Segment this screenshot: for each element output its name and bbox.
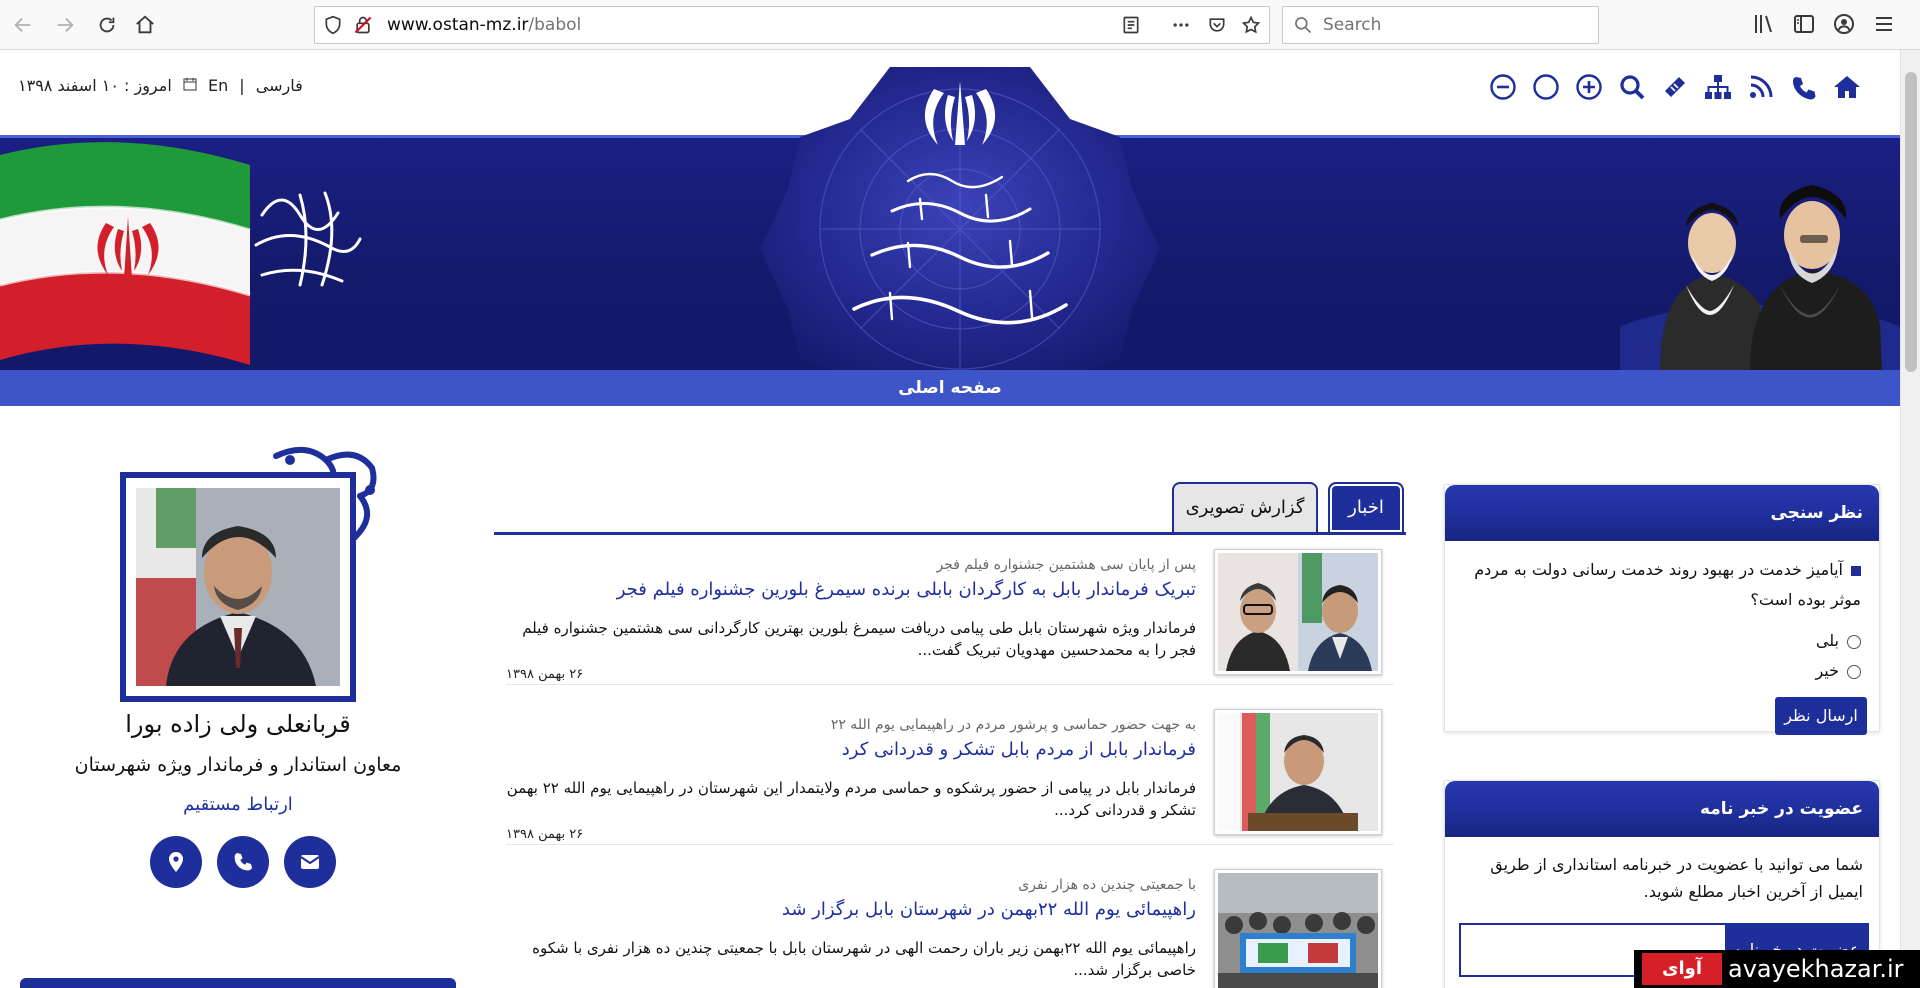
call-button[interactable] [217, 836, 269, 888]
watermark-brand-fa: آوای خزر [1642, 953, 1722, 985]
pocket-icon[interactable] [1207, 15, 1227, 35]
page-scrollbar[interactable] [1900, 50, 1920, 988]
home-icon [136, 15, 154, 34]
ticket-icon[interactable] [1660, 72, 1690, 102]
main-content: قربانعلی ولی زاده بورا معاون استاندار و … [0, 406, 1900, 988]
search-icon [1295, 17, 1312, 34]
governor-name: قربانعلی ولی زاده بورا [125, 710, 351, 738]
watermark-logo: آوای خزر avayekhazar.ir [1634, 950, 1920, 988]
news-item[interactable]: به جهت حضور حماسی و پرشور مردم در راهپیم… [506, 695, 1394, 845]
sitemap-icon[interactable] [1703, 72, 1733, 102]
library-icon[interactable] [1752, 12, 1776, 36]
main-menu-bar: صفحه اصلی [0, 370, 1900, 406]
page: www.ostan-mz.ir/babol Search فارسی | En … [0, 0, 1920, 988]
news-summary: فرماندار ویژه شهرستان بابل طی پیامی دریا… [522, 619, 1196, 659]
language-date-bar: فارسی | En امروز : ۱۰ اسفند ۱۳۹۸ [18, 76, 303, 95]
reload-button[interactable] [88, 6, 126, 44]
news-item[interactable]: پس از پایان سی هشتمین جشنواره فیلم فجر ت… [506, 535, 1394, 685]
search-bar[interactable]: Search [1282, 6, 1599, 44]
news-item[interactable]: با جمعیتی چندین ده هزار نفری راهپیمائی ی… [506, 855, 1394, 988]
lang-en-link[interactable]: En [208, 76, 228, 95]
back-button[interactable] [4, 6, 42, 44]
scrollbar-thumb[interactable] [1905, 72, 1917, 372]
news-thumbnail[interactable] [1214, 549, 1382, 675]
news-supertitle: با جمعیتی چندین ده هزار نفری [1018, 877, 1196, 893]
news-supertitle: به جهت حضور حماسی و پرشور مردم در راهپیم… [830, 717, 1196, 733]
arrow-left-icon [14, 17, 31, 33]
phone-icon [234, 853, 252, 871]
news-list: پس از پایان سی هشتمین جشنواره فیلم فجر ت… [494, 535, 1406, 988]
poll-header: نظر سنجی [1445, 485, 1879, 541]
email-button[interactable] [284, 836, 336, 888]
menu-icon[interactable] [1872, 12, 1896, 36]
zoom-reset-icon[interactable] [1531, 72, 1561, 102]
url-text[interactable]: www.ostan-mz.ir/babol [387, 7, 581, 43]
left-widget-header [20, 978, 456, 988]
news-summary: راهپیمائی یوم الله ۲۲بهمن زیر باران رحمت… [532, 939, 1196, 979]
ministry-emblem-panel [760, 67, 1160, 375]
news-summary: فرماندار بابل در پیامی از حضور پرشکوه و … [506, 779, 1196, 819]
sidebar-icon[interactable] [1792, 12, 1816, 36]
poll-title: نظر سنجی [1770, 503, 1863, 523]
account-icon[interactable] [1832, 12, 1856, 36]
lang-fa-link[interactable]: فارسی [256, 76, 303, 95]
bookmark-star-icon[interactable] [1241, 15, 1261, 35]
radio-no[interactable] [1847, 664, 1861, 679]
poll-option-no[interactable]: خیر [1815, 661, 1861, 680]
insecure-lock-icon[interactable] [353, 15, 373, 35]
envelope-icon [300, 855, 320, 869]
news-thumbnail[interactable] [1214, 869, 1382, 988]
home-site-icon[interactable] [1832, 72, 1862, 102]
flag-illustration [0, 142, 362, 365]
leaders-portrait-image [1620, 185, 1900, 370]
location-button[interactable] [150, 836, 202, 888]
today-date: امروز : ۱۰ اسفند ۱۳۹۸ [18, 76, 172, 95]
menu-item-home[interactable]: صفحه اصلی [0, 370, 1900, 406]
watermark-brand-en: avayekhazar.ir [1728, 955, 1904, 983]
url-bar[interactable]: www.ostan-mz.ir/babol [314, 6, 1270, 44]
home-button[interactable] [126, 6, 164, 44]
lang-separator: | [239, 76, 245, 95]
phone-icon[interactable] [1789, 72, 1819, 102]
direct-contact-link[interactable]: ارتباط مستقیم [0, 794, 476, 815]
news-title-link[interactable]: فرماندار بابل از مردم بابل تشکر و قدردان… [842, 739, 1196, 760]
arrow-right-icon [57, 17, 74, 33]
tab-photo-report[interactable]: گزارش تصویری [1172, 482, 1318, 534]
reload-icon [99, 17, 115, 33]
poll-widget: نظر سنجی آیامیز خدمت در بهبود روند خدمت … [1444, 484, 1880, 735]
poll-submit-button[interactable]: ارسال نظر [1775, 697, 1867, 735]
governor-photo [136, 488, 340, 686]
news-date: ۲۶ بهمن ۱۳۹۸ [506, 667, 584, 682]
reader-view-icon[interactable] [1121, 15, 1141, 35]
search-placeholder: Search [1323, 15, 1382, 35]
square-bullet-icon [1851, 565, 1861, 576]
newsletter-title: عضویت در خبر نامه [1699, 799, 1863, 819]
governor-photo-frame [120, 472, 356, 702]
poll-question: آیامیز خدمت در بهبود روند خدمت رسانی دول… [1474, 560, 1861, 609]
more-actions-icon[interactable] [1171, 15, 1191, 35]
forward-button[interactable] [46, 6, 84, 44]
shield-icon[interactable] [323, 15, 343, 35]
calendar-icon [183, 76, 197, 95]
zoom-in-icon[interactable] [1574, 72, 1604, 102]
map-pin-icon [169, 852, 183, 872]
governor-role: معاون استاندار و فرماندار ویژه شهرستان [74, 754, 402, 776]
news-title-link[interactable]: راهپیمائی یوم الله ۲۲بهمن در شهرستان باب… [782, 899, 1196, 920]
news-thumbnail[interactable] [1214, 709, 1382, 835]
tab-news[interactable]: اخبار [1328, 482, 1404, 534]
poll-option-yes[interactable]: بلی [1816, 631, 1861, 650]
news-date: ۲۶ بهمن ۱۳۹۸ [506, 827, 584, 842]
rss-icon[interactable] [1746, 72, 1776, 102]
news-supertitle: پس از پایان سی هشتمین جشنواره فیلم فجر [936, 557, 1196, 573]
browser-toolbar: www.ostan-mz.ir/babol Search [0, 0, 1920, 50]
radio-yes[interactable] [1847, 634, 1861, 649]
newsletter-header: عضویت در خبر نامه [1445, 781, 1879, 837]
news-title-link[interactable]: تبریک فرماندار بابل به کارگردان بابلی بر… [617, 579, 1196, 600]
newsletter-description: شما می توانید با عضویت در خبرنامه استاند… [1490, 855, 1863, 901]
site-search-icon[interactable] [1617, 72, 1647, 102]
zoom-out-icon[interactable] [1488, 72, 1518, 102]
